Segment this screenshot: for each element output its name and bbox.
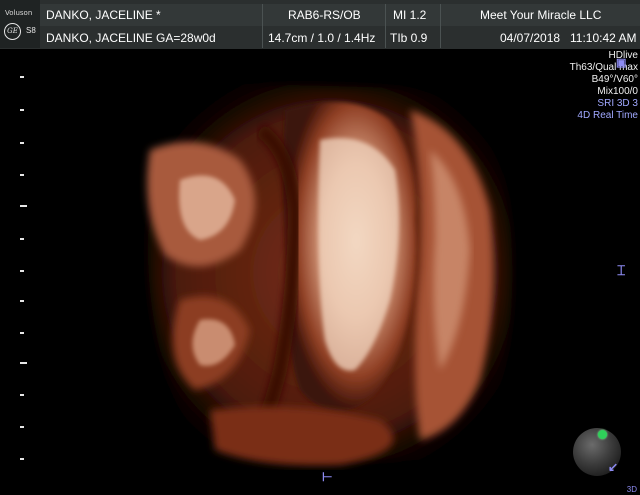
render-mode-corner-label: 3D: [626, 485, 637, 494]
volume-box-icon: ▣: [616, 57, 627, 69]
ruler-tick-major: [20, 205, 27, 207]
orientation-indicator: [598, 430, 607, 439]
ruler-tick: [20, 270, 24, 272]
param-4d-mode: 4D Real Time: [577, 110, 638, 121]
param-threshold-quality: Th63/Qual max: [569, 62, 638, 73]
rotate-arrow-icon: ↙: [608, 460, 619, 474]
param-mix: Mix100/0: [597, 86, 638, 97]
ge-logo-icon: GE: [4, 23, 21, 40]
depth-info: 14.7cm / 1.0 / 1.4Hz: [268, 31, 376, 45]
patient-gestational-age: DANKO, JACELINE GA=28w0d: [46, 31, 216, 45]
ruler-tick: [20, 142, 24, 144]
header-divider: [440, 4, 441, 48]
ruler-tick: [20, 426, 24, 428]
ruler-tick: [20, 109, 24, 111]
focus-marker-icon: ⊢: [322, 470, 333, 484]
ruler-tick: [20, 332, 24, 334]
ruler-tick-major: [20, 362, 27, 364]
param-angles: B49°/V60°: [591, 74, 638, 85]
probe-preset: RAB6-RS/OB: [288, 8, 361, 22]
header-divider: [385, 4, 386, 48]
exam-time: 11:10:42 AM: [570, 31, 637, 45]
facility-name: Meet Your Miracle LLC: [480, 8, 602, 22]
mechanical-index: MI 1.2: [393, 8, 427, 22]
header-bar: Voluson GE S8 DANKO, JACELINE * DANKO, J…: [0, 0, 640, 49]
ruler-tick: [20, 300, 24, 302]
exam-date: 04/07/2018: [500, 31, 561, 45]
header-divider: [262, 4, 263, 48]
ruler-tick: [20, 174, 24, 176]
ruler-tick: [20, 76, 24, 78]
3d-rendered-image: [147, 83, 513, 466]
ruler-tick: [20, 458, 24, 460]
orientation-marker-icon: ⌶: [617, 262, 626, 278]
thermal-index: TIb 0.9: [390, 31, 428, 45]
ruler-tick: [20, 394, 24, 396]
patient-name: DANKO, JACELINE *: [46, 8, 161, 22]
ruler-tick: [20, 238, 24, 240]
device-logo-area: Voluson GE S8: [0, 0, 40, 48]
brand-label: Voluson: [5, 9, 33, 17]
model-label: S8: [26, 26, 36, 35]
param-sri: SRI 3D 3: [597, 98, 638, 109]
